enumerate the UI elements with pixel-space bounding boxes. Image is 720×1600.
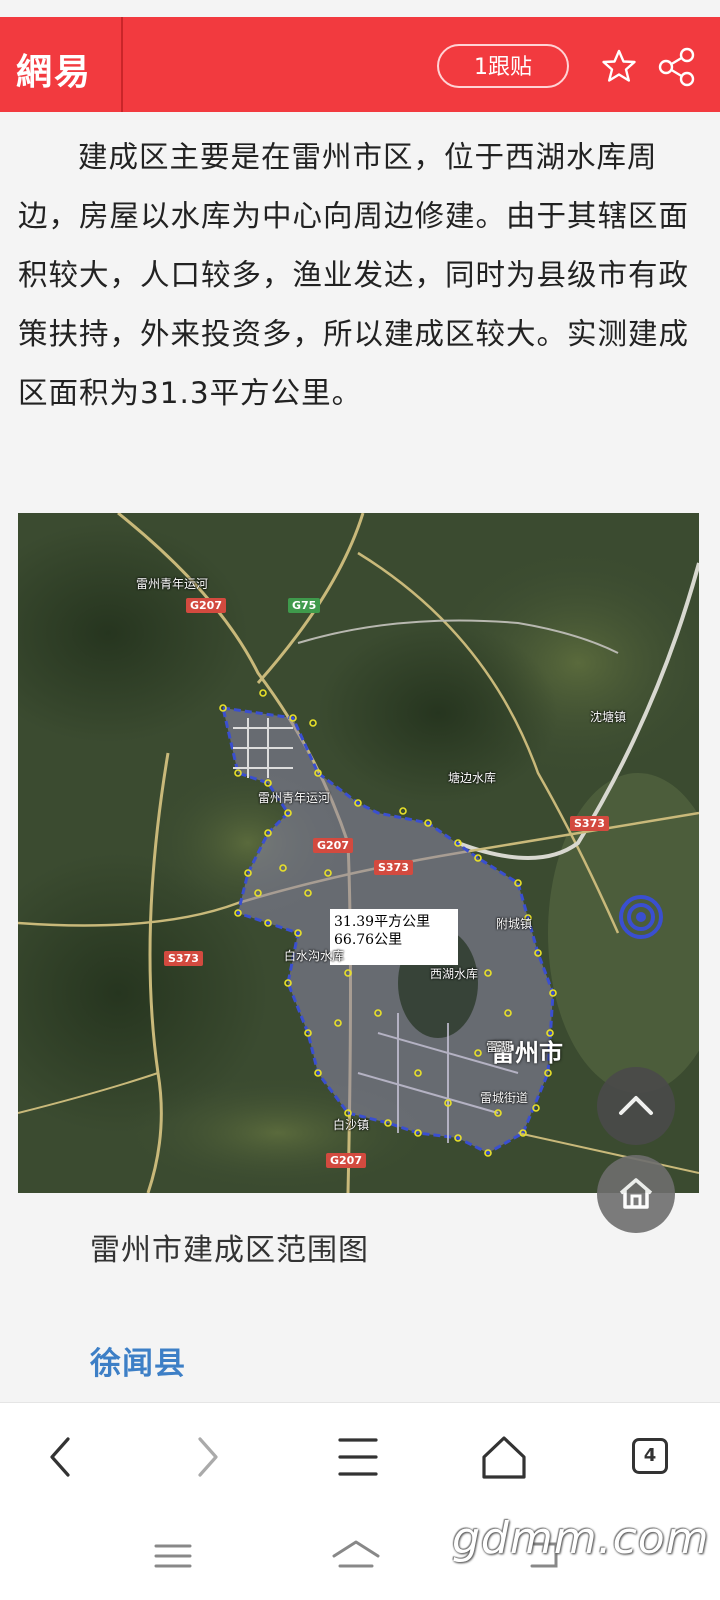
map-label-fucheng: 附城镇 bbox=[496, 917, 533, 931]
road-badge-s373-left: S373 bbox=[164, 951, 203, 966]
road-badge-s373-mid: S373 bbox=[374, 860, 413, 875]
tab-count: 4 bbox=[643, 1445, 657, 1466]
road-badge-g207-bottom: G207 bbox=[326, 1153, 366, 1168]
browser-home-icon[interactable] bbox=[474, 1427, 534, 1487]
map-label-tangbian-reservoir: 塘边水库 bbox=[448, 771, 497, 785]
site-watermark: gdmm.com bbox=[452, 1513, 710, 1564]
area-measurement-box: 31.39平方公里 66.76公里 bbox=[330, 909, 458, 965]
tabs-button[interactable]: 4 bbox=[620, 1427, 680, 1487]
tabs-icon: 4 bbox=[632, 1438, 668, 1474]
netease-logo[interactable]: 網易 bbox=[16, 43, 92, 95]
reply-count-button[interactable]: 1跟贴 bbox=[437, 44, 569, 88]
map-label-xihu-reservoir: 西湖水库 bbox=[430, 967, 479, 981]
article-body: 建成区主要是在雷州市区，位于西湖水库周边，房屋以水库为中心向周边修建。由于其辖区… bbox=[18, 128, 702, 423]
header-divider bbox=[121, 17, 123, 112]
app-header: 網易 1跟贴 bbox=[0, 17, 720, 112]
forward-icon[interactable] bbox=[178, 1427, 238, 1487]
map-caption: 雷州市建成区范围图 bbox=[90, 1233, 369, 1268]
map-label-shentang: 沈塘镇 bbox=[590, 710, 627, 724]
area-value: 31.39平方公里 bbox=[334, 914, 431, 930]
road-badge-g75: G75 bbox=[288, 598, 321, 613]
menu-icon[interactable] bbox=[328, 1427, 388, 1487]
browser-toolbar: 4 bbox=[0, 1402, 720, 1513]
map-label-baishui-reservoir: 白水沟水库 bbox=[284, 949, 345, 963]
map-label-leicheng-street: 雷城街道 bbox=[480, 1091, 529, 1105]
article-paragraph: 建成区主要是在雷州市区，位于西湖水库周边，房屋以水库为中心向周边修建。由于其辖区… bbox=[18, 140, 690, 410]
road-badge-g207-mid: G207 bbox=[313, 838, 353, 853]
map-label-canal-top: 雷州青年运河 bbox=[136, 577, 209, 591]
perimeter-value: 66.76公里 bbox=[334, 932, 403, 948]
back-icon[interactable] bbox=[30, 1427, 90, 1487]
star-icon[interactable] bbox=[601, 48, 637, 84]
road-badge-g207-top: G207 bbox=[186, 598, 226, 613]
location-target-icon bbox=[619, 895, 663, 939]
system-home-icon[interactable] bbox=[326, 1534, 386, 1578]
home-icon bbox=[619, 1178, 653, 1209]
road-badge-s373-right: S373 bbox=[570, 816, 609, 831]
scroll-top-button[interactable] bbox=[597, 1067, 675, 1145]
status-bar bbox=[0, 0, 720, 17]
map-label-canal-mid: 雷州青年运河 bbox=[258, 791, 331, 805]
section-heading-xuwen[interactable]: 徐闻县 bbox=[90, 1338, 186, 1383]
recent-apps-icon[interactable] bbox=[148, 1534, 198, 1578]
share-icon[interactable] bbox=[656, 46, 698, 88]
chevron-up-icon bbox=[619, 1096, 653, 1115]
map-label-baisha: 白沙镇 bbox=[333, 1118, 370, 1132]
home-float-button[interactable] bbox=[597, 1155, 675, 1233]
map-label-leihu: 雷湖 bbox=[486, 1040, 511, 1054]
